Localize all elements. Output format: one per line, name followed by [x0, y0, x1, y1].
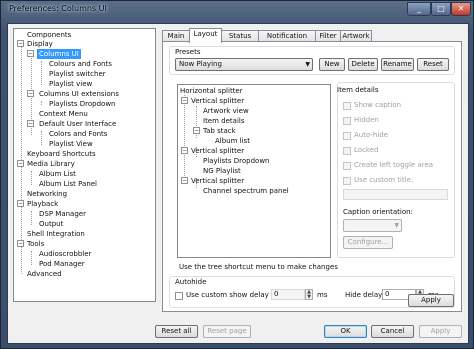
tree-item-columns-ui[interactable]: Columns UI: [37, 49, 81, 59]
tree-item-advanced[interactable]: Advanced: [27, 269, 62, 279]
layout-node-album-list[interactable]: Album list: [215, 136, 250, 146]
collapse-icon[interactable]: −: [27, 90, 34, 97]
auto-hide-label: Auto-hide: [354, 131, 389, 139]
tree-item-columns-ui-extensions[interactable]: Columns UI extensions: [39, 89, 119, 99]
layout-node-vertical-splitter-1[interactable]: Vertical splitter: [191, 96, 244, 106]
collapse-icon[interactable]: −: [17, 200, 24, 207]
layout-tree[interactable]: Horizontal splitter − Vertical splitter …: [177, 84, 331, 258]
chevron-down-icon: ▼: [394, 222, 399, 229]
layout-node-tab-stack[interactable]: Tab stack: [203, 126, 236, 136]
hidden-label: Hidden: [354, 116, 379, 124]
collapse-icon[interactable]: −: [17, 240, 24, 247]
collapse-icon[interactable]: −: [193, 127, 200, 134]
create-left-toggle-area-checkbox[interactable]: [343, 162, 351, 170]
tree-item-output[interactable]: Output: [39, 219, 63, 229]
layout-node-playlists-dropdown[interactable]: Playlists Dropdown: [203, 156, 269, 166]
locked-checkbox[interactable]: [343, 147, 351, 155]
apply-button[interactable]: Apply: [419, 325, 462, 338]
tree-item-colours-and-fonts[interactable]: Colours and Fonts: [49, 59, 112, 69]
tree-item-default-user-interface[interactable]: Default User Interface: [39, 119, 116, 129]
layout-node-ng-playlist[interactable]: NG Playlist: [203, 166, 241, 176]
tree-item-playlist-switcher[interactable]: Playlist switcher: [49, 69, 106, 79]
rename-preset-button[interactable]: Rename: [381, 58, 414, 71]
presets-label: Presets: [175, 48, 201, 56]
reset-preset-button[interactable]: Reset: [417, 58, 449, 71]
hide-delay-label: Hide delay:: [345, 291, 385, 299]
minimize-button[interactable]: _: [407, 2, 431, 16]
tree-item-playback[interactable]: Playback: [27, 199, 58, 209]
layout-node-item-details[interactable]: Item details: [203, 116, 244, 126]
preferences-tree[interactable]: Components − Display − Columns UI Colour…: [13, 28, 156, 302]
tree-item-display[interactable]: Display: [27, 39, 53, 49]
preset-selected-value: Now Playing: [179, 60, 222, 68]
show-delay-spinner[interactable]: ▲ ▼: [305, 289, 313, 300]
tree-item-tools[interactable]: Tools: [27, 239, 44, 249]
title-bar[interactable]: Preferences: Columns UI _ □ ✕: [1, 1, 474, 19]
tree-item-dsp-manager[interactable]: DSP Manager: [39, 209, 86, 219]
item-details-title: Item details: [337, 86, 379, 94]
tree-item-playlists-dropdown[interactable]: Playlists Dropdown: [49, 99, 115, 109]
auto-hide-checkbox[interactable]: [343, 132, 351, 140]
use-custom-title-checkbox[interactable]: [343, 177, 351, 185]
collapse-icon[interactable]: −: [17, 40, 24, 47]
dialog-client: Components − Display − Columns UI Colour…: [7, 23, 469, 344]
autohide-title: Autohide: [175, 278, 207, 286]
tree-item-networking[interactable]: Networking: [27, 189, 67, 199]
custom-show-delay-label: Use custom show delay of: [186, 291, 278, 299]
preferences-window: Preferences: Columns UI _ □ ✕ Components…: [0, 0, 474, 349]
apply-panel-button[interactable]: Apply: [408, 294, 454, 307]
maximize-button[interactable]: □: [431, 2, 451, 16]
locked-label: Locked: [354, 146, 379, 154]
collapse-icon[interactable]: −: [27, 120, 34, 127]
layout-node-channel-spectrum-panel[interactable]: Channel spectrum panel: [203, 186, 289, 196]
custom-title-input[interactable]: [343, 189, 448, 200]
layout-hint-text: Use the tree shortcut menu to make chang…: [179, 263, 338, 271]
show-caption-label: Show caption: [354, 101, 402, 109]
cancel-button[interactable]: Cancel: [371, 325, 414, 338]
layout-tab-panel: Presets Now Playing ▼ New Delete Rename …: [162, 41, 462, 312]
show-caption-checkbox[interactable]: [343, 102, 351, 110]
window-title: Preferences: Columns UI: [9, 4, 107, 13]
tree-item-audioscrobbler[interactable]: Audioscrobbler: [39, 249, 91, 259]
tree-item-keyboard-shortcuts[interactable]: Keyboard Shortcuts: [27, 149, 96, 159]
layout-node-vertical-splitter-2[interactable]: Vertical splitter: [191, 146, 244, 156]
tree-item-context-menu[interactable]: Context Menu: [39, 109, 88, 119]
collapse-icon[interactable]: −: [181, 177, 188, 184]
tree-item-colors-and-fonts[interactable]: Colors and Fonts: [49, 129, 107, 139]
layout-node-horizontal-splitter[interactable]: Horizontal splitter: [180, 86, 243, 96]
preset-select[interactable]: Now Playing ▼: [175, 58, 313, 71]
tree-item-pod-manager[interactable]: Pod Manager: [39, 259, 85, 269]
collapse-icon[interactable]: −: [17, 160, 24, 167]
tree-item-album-list[interactable]: Album List: [39, 169, 76, 179]
delete-preset-button[interactable]: Delete: [348, 58, 378, 71]
layout-node-vertical-splitter-3[interactable]: Vertical splitter: [191, 176, 244, 186]
tree-item-album-list-panel[interactable]: Album List Panel: [39, 179, 97, 189]
collapse-icon[interactable]: −: [27, 50, 34, 57]
tree-item-playlist-view[interactable]: Playlist view: [49, 79, 92, 89]
create-left-toggle-area-label: Create left toggle area: [354, 161, 434, 169]
reset-page-button[interactable]: Reset page: [203, 325, 251, 338]
ok-button[interactable]: OK: [324, 325, 367, 338]
caption-orientation-select[interactable]: ▼: [343, 219, 402, 232]
collapse-icon[interactable]: −: [181, 147, 188, 154]
tab-layout[interactable]: Layout: [189, 28, 222, 43]
show-delay-unit: ms: [317, 291, 328, 299]
hidden-checkbox[interactable]: [343, 117, 351, 125]
tree-item-shell-integration[interactable]: Shell Integration: [27, 229, 85, 239]
layout-node-artwork-view[interactable]: Artwork view: [203, 106, 249, 116]
caption-orientation-label: Caption orientation:: [343, 208, 413, 216]
use-custom-title-label: Use custom title:: [354, 176, 414, 184]
collapse-icon[interactable]: −: [181, 97, 188, 104]
configure-button[interactable]: Configure...: [343, 236, 393, 249]
tree-item-media-library[interactable]: Media Library: [27, 159, 75, 169]
reset-all-button[interactable]: Reset all: [155, 325, 198, 338]
custom-show-delay-checkbox[interactable]: [175, 292, 183, 300]
new-preset-button[interactable]: New: [319, 58, 345, 71]
tree-item-playlist-view-dui[interactable]: Playlist View: [49, 139, 93, 149]
chevron-down-icon: ▼: [305, 61, 310, 68]
close-button[interactable]: ✕: [451, 2, 471, 16]
show-delay-input[interactable]: 0: [271, 289, 305, 300]
